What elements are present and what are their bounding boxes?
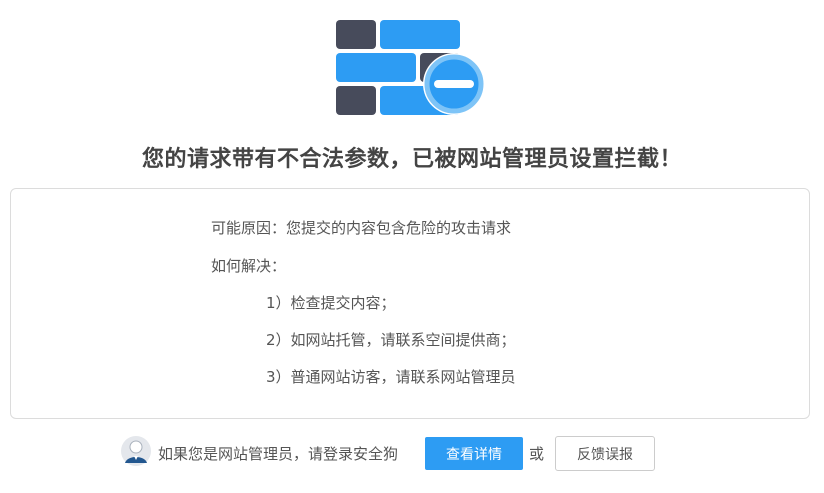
- reason-label: 可能原因：: [211, 219, 287, 237]
- blocked-request-page: 您的请求带有不合法参数，已被网站管理员设置拦截！ 可能原因：您提交的内容包含危险…: [0, 0, 824, 493]
- solution-step: 3）普通网站访客，请联系网站管理员: [266, 368, 516, 386]
- solution-step: 1）检查提交内容；: [266, 294, 396, 312]
- user-avatar-icon: [121, 436, 151, 466]
- solution-label: 如何解决：: [211, 257, 287, 275]
- page-title: 您的请求带有不合法参数，已被网站管理员设置拦截！: [141, 147, 682, 172]
- reason-line: 可能原因：您提交的内容包含危险的攻击请求: [211, 217, 511, 238]
- reason-text: 您提交的内容包含危险的攻击请求: [286, 219, 512, 237]
- admin-login-prompt: 如果您是网站管理员，请登录安全狗: [158, 445, 399, 463]
- admin-action-bar: 如果您是网站管理员，请登录安全狗 查看详情 或 反馈误报: [0, 435, 824, 471]
- view-details-button[interactable]: 查看详情: [425, 437, 523, 470]
- solution-step: 2）如网站托管，请联系空间提供商；: [266, 331, 516, 349]
- firewall-blocked-icon: [336, 20, 485, 115]
- or-separator: 或: [529, 445, 545, 463]
- report-false-positive-button[interactable]: 反馈误报: [555, 436, 655, 471]
- info-panel: 可能原因：您提交的内容包含危险的攻击请求 如何解决： 1）检查提交内容； 2）如…: [10, 188, 810, 419]
